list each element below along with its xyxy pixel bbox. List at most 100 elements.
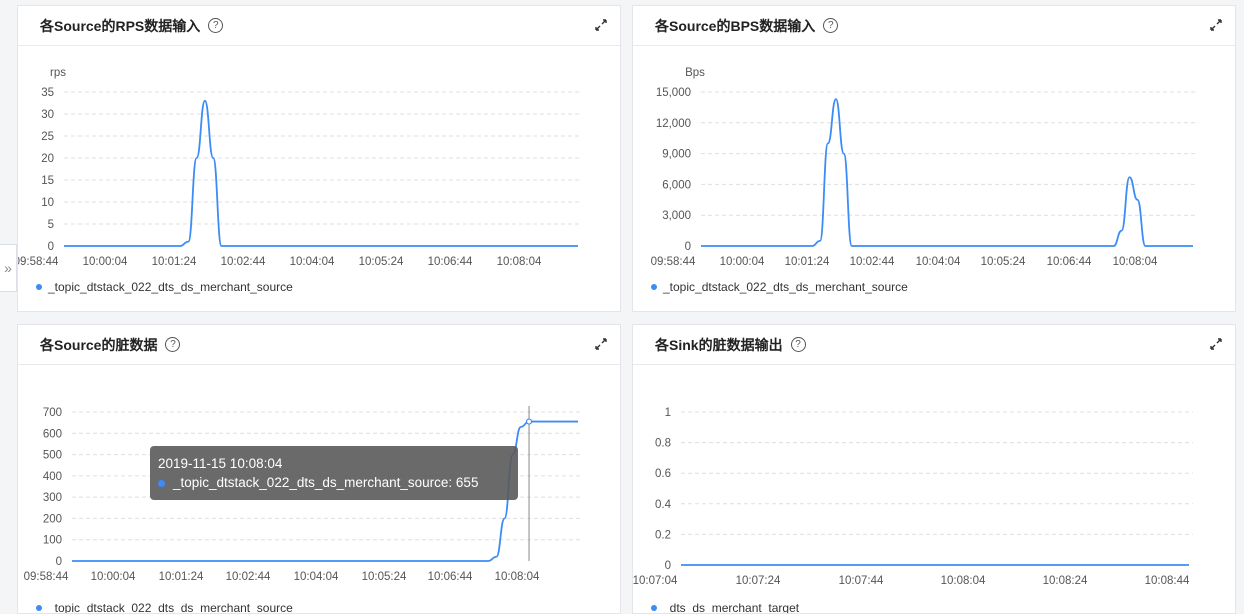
panel-header: 各Source的RPS数据输入 ?	[18, 6, 620, 46]
legend[interactable]: _topic_dtstack_022_dts_ds_merchant_sourc…	[36, 280, 293, 294]
y-tick-label: 0	[665, 560, 671, 572]
x-tick-label: 10:02:44	[221, 256, 266, 268]
panel-sink-dirty: 各Sink的脏数据输出 ? 1 0.8 0.6 0.4 0.2 0 10:07:04 10:0…	[632, 324, 1236, 614]
x-tick-label: 10:08:04	[1113, 256, 1158, 268]
x-tick-label: 10:07:04	[633, 575, 678, 587]
tooltip-dot	[158, 479, 165, 487]
panel-header: 各Source的脏数据 ?	[18, 325, 620, 365]
x-tick-label: 10:06:44	[428, 256, 473, 268]
panel-title: 各Sink的脏数据输出	[655, 336, 783, 353]
y-tick-label: 600	[43, 428, 62, 440]
x-tick-label: 09:58:44	[651, 256, 696, 268]
panel-bps: 各Source的BPS数据输入 ? Bps 15,000 12,000 9,000 6,…	[632, 5, 1236, 312]
panel-header: 各Sink的脏数据输出 ?	[633, 325, 1235, 365]
y-axis-label: Bps	[685, 67, 705, 79]
y-tick-label: 6,000	[662, 179, 691, 191]
y-tick-label: 200	[43, 513, 62, 525]
double-chevron-right-icon: »	[4, 260, 12, 276]
chart-tooltip: 2019-11-15 10:08:04 _topic_dtstack_022_d…	[150, 446, 518, 500]
x-tick-label: 10:04:04	[916, 256, 961, 268]
y-tick-label: 700	[43, 407, 62, 419]
expand-icon[interactable]	[594, 18, 608, 32]
y-tick-label: 0	[48, 241, 54, 253]
y-tick-label: 0.4	[655, 499, 672, 511]
x-tick-label: 10:00:04	[720, 256, 765, 268]
x-tick-label: 10:02:44	[850, 256, 895, 268]
y-tick-label: 0.2	[655, 529, 671, 541]
tooltip-value: _topic_dtstack_022_dts_ds_merchant_sourc…	[173, 475, 479, 490]
y-tick-label: 15	[41, 175, 54, 187]
expand-icon[interactable]	[594, 337, 608, 351]
x-tick-label: 09:58:44	[18, 256, 59, 268]
x-tick-label: 10:08:04	[941, 575, 986, 587]
y-tick-label: 0.6	[655, 468, 671, 480]
legend[interactable]: _dts_ds_merchant_target	[651, 601, 800, 614]
y-tick-label: 12,000	[656, 118, 691, 130]
hover-point	[525, 418, 533, 425]
x-tick-label: 10:01:24	[785, 256, 830, 268]
expand-icon[interactable]	[1209, 337, 1223, 351]
tooltip-row: _topic_dtstack_022_dts_ds_merchant_sourc…	[158, 473, 510, 492]
legend-dot	[651, 605, 657, 611]
legend-label: _topic_dtstack_022_dts_ds_merchant_sourc…	[663, 280, 908, 294]
y-tick-label: 0	[685, 241, 691, 253]
x-tick-label: 10:05:24	[362, 571, 407, 583]
sidebar-toggle-button[interactable]: »	[0, 244, 17, 292]
y-tick-label: 0.8	[655, 438, 671, 450]
x-tick-label: 10:06:44	[1047, 256, 1092, 268]
x-tick-label: 10:00:04	[91, 571, 136, 583]
y-tick-label: 10	[41, 197, 54, 209]
y-tick-label: 100	[43, 535, 62, 547]
chart-sink-dirty: 1 0.8 0.6 0.4 0.2 0 10:07:04 10:07:24 10:07:44 10…	[633, 407, 1193, 587]
x-tick-label: 09:58:44	[24, 571, 69, 583]
x-tick-label: 10:02:44	[226, 571, 271, 583]
help-icon[interactable]: ?	[208, 18, 224, 33]
y-tick-label: 35	[41, 87, 54, 99]
legend-label: _topic_dtstack_022_dts_ds_merchant_sourc…	[48, 280, 293, 294]
help-icon[interactable]: ?	[790, 337, 806, 352]
x-tick-label: 10:08:04	[497, 256, 542, 268]
panel-rps: 各Source的RPS数据输入 ? rps 35 30 25 20 15 10 5 0 09:58…	[17, 5, 621, 312]
help-icon[interactable]: ?	[165, 337, 181, 352]
y-tick-label: 9,000	[662, 149, 691, 161]
y-tick-label: 0	[56, 556, 62, 568]
x-tick-label: 10:04:04	[290, 256, 335, 268]
panel-title: 各Source的BPS数据输入	[655, 17, 816, 34]
y-tick-label: 400	[43, 471, 62, 483]
series-line	[701, 98, 1193, 247]
x-tick-label: 10:08:04	[495, 571, 540, 583]
legend-dot	[36, 605, 42, 611]
legend[interactable]: _topic_dtstack_022_dts_ds_merchant_sourc…	[36, 601, 293, 614]
x-tick-label: 10:08:24	[1043, 575, 1088, 587]
y-tick-label: 500	[43, 450, 62, 462]
legend-dot	[36, 284, 42, 290]
help-icon[interactable]: ?	[823, 18, 839, 33]
y-tick-label: 15,000	[656, 87, 691, 99]
chart-bps: Bps 15,000 12,000 9,000 6,000 3,000 0 09:58:44 1…	[651, 67, 1197, 268]
y-tick-label: 30	[41, 109, 54, 121]
panel-title: 各Source的RPS数据输入	[40, 17, 201, 34]
x-tick-label: 10:00:04	[83, 256, 128, 268]
x-tick-label: 10:07:44	[839, 575, 884, 587]
y-tick-label: 20	[41, 153, 54, 165]
y-tick-label: 300	[43, 492, 62, 504]
expand-icon[interactable]	[1209, 18, 1223, 32]
y-axis-label: rps	[50, 67, 66, 79]
x-tick-label: 10:06:44	[428, 571, 473, 583]
legend-label: _topic_dtstack_022_dts_ds_merchant_sourc…	[48, 601, 293, 614]
panel-title: 各Source的脏数据	[40, 336, 158, 353]
x-tick-label: 10:04:04	[294, 571, 339, 583]
y-tick-label: 5	[48, 219, 54, 231]
legend-dot	[651, 284, 657, 290]
chart-rps: rps 35 30 25 20 15 10 5 0 09:58:44 10:00:04 10:01:2…	[18, 67, 582, 268]
y-tick-label: 3,000	[662, 210, 691, 222]
legend-label: _dts_ds_merchant_target	[663, 601, 800, 614]
x-tick-label: 10:08:44	[1145, 575, 1190, 587]
legend[interactable]: _topic_dtstack_022_dts_ds_merchant_sourc…	[651, 280, 908, 294]
panel-header: 各Source的BPS数据输入 ?	[633, 6, 1235, 46]
x-tick-label: 10:05:24	[359, 256, 404, 268]
x-tick-label: 10:01:24	[152, 256, 197, 268]
x-tick-label: 10:05:24	[981, 256, 1026, 268]
y-tick-label: 1	[665, 407, 671, 419]
x-tick-label: 10:01:24	[159, 571, 204, 583]
